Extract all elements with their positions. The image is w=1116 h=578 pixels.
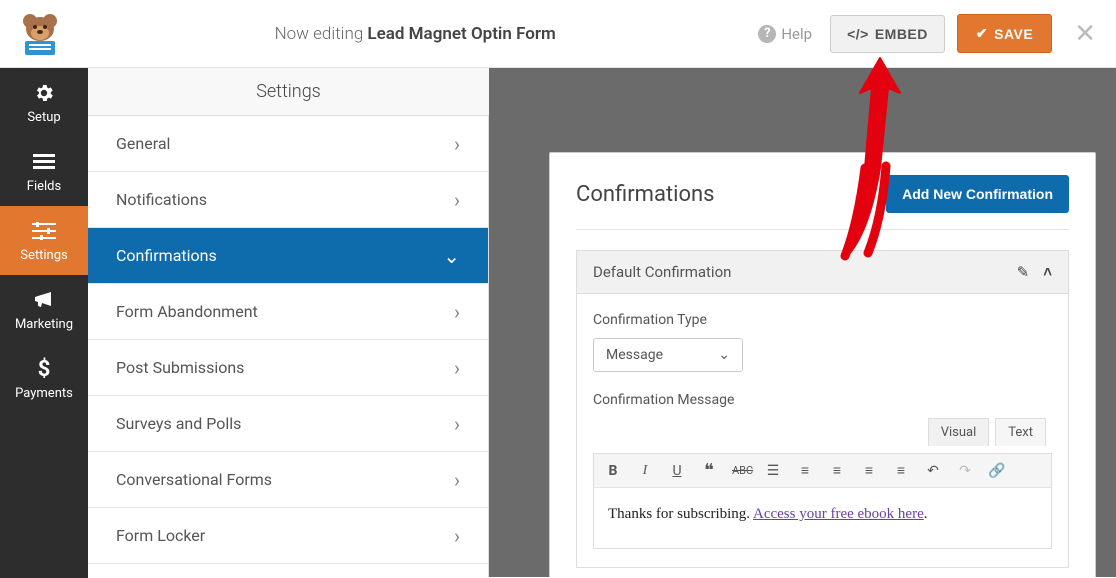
add-confirmation-button[interactable]: Add New Confirmation [886, 175, 1069, 213]
embed-button[interactable]: </> EMBED [830, 15, 945, 53]
chevron-right-icon: › [454, 300, 460, 324]
italic-icon[interactable]: I [636, 463, 654, 479]
sidebar-label: Setup [27, 110, 60, 125]
settings-row-post-submissions[interactable]: Post Submissions › [88, 340, 488, 396]
close-icon[interactable]: ✕ [1074, 19, 1096, 49]
chevron-right-icon: › [454, 132, 460, 156]
sliders-icon [32, 220, 56, 242]
message-link[interactable]: Access your free ebook here [753, 506, 924, 522]
settings-row-surveys-and-polls[interactable]: Surveys and Polls › [88, 396, 488, 452]
check-icon: ✔ [976, 25, 988, 42]
message-text: Thanks for subscribing. [608, 506, 753, 522]
numbered-list-icon[interactable]: ≡ [796, 462, 814, 479]
confirmation-body: Confirmation Type Message ⌄ Confirmation… [577, 294, 1068, 567]
chevron-down-icon: ⌄ [718, 347, 730, 363]
sidebar-label: Fields [27, 179, 61, 194]
chevron-down-icon: ⌄ [443, 244, 460, 268]
bold-icon[interactable]: B [604, 463, 622, 479]
tab-text[interactable]: Text [995, 418, 1046, 446]
sidebar-item-settings[interactable]: Settings [0, 206, 88, 275]
settings-row-label: General [116, 134, 170, 153]
confirmation-block: Default Confirmation ✎ ˄ Confirmation Ty… [576, 250, 1069, 568]
settings-row-label: Conversational Forms [116, 470, 272, 489]
settings-row-form-locker[interactable]: Form Locker › [88, 508, 488, 564]
blockquote-icon[interactable]: ❝ [700, 460, 718, 481]
settings-row-notifications[interactable]: Notifications › [88, 172, 488, 228]
sidebar-item-setup[interactable]: Setup [0, 68, 88, 137]
main-content: Confirmations Add New Confirmation Defau… [489, 116, 1116, 577]
help-label: Help [781, 25, 812, 43]
help-link[interactable]: ? Help [758, 25, 812, 43]
settings-row-label: Form Locker [116, 526, 205, 545]
underline-icon[interactable]: U [668, 463, 686, 479]
settings-row-label: Post Submissions [116, 358, 244, 377]
sidebar-item-marketing[interactable]: Marketing [0, 275, 88, 344]
editor-toolbar: B I U ❝ ABC ☰ ≡ ≡ ≡ ≡ ↶ ↷ 🔗 [594, 454, 1051, 488]
chevron-right-icon: › [454, 356, 460, 380]
dollar-icon: $ [38, 358, 51, 380]
sidebar-label: Payments [15, 386, 73, 401]
chevron-right-icon: › [454, 524, 460, 548]
settings-row-form-abandonment[interactable]: Form Abandonment › [88, 284, 488, 340]
form-name: Lead Magnet Optin Form [367, 24, 555, 44]
save-button[interactable]: ✔ SAVE [957, 14, 1052, 53]
settings-row-conversational-forms[interactable]: Conversational Forms › [88, 452, 488, 508]
list-icon [33, 151, 55, 173]
top-header: Now editing Lead Magnet Optin Form ? Hel… [0, 0, 1116, 68]
chevron-right-icon: › [454, 188, 460, 212]
align-center-icon[interactable]: ≡ [860, 462, 878, 479]
sidebar-label: Marketing [15, 317, 73, 332]
bullet-list-icon[interactable]: ☰ [764, 463, 782, 479]
wysiwyg-editor: B I U ❝ ABC ☰ ≡ ≡ ≡ ≡ ↶ ↷ 🔗 [593, 453, 1052, 549]
settings-row-label: Notifications [116, 190, 207, 209]
save-label: SAVE [994, 26, 1033, 42]
chevron-right-icon: › [454, 468, 460, 492]
gear-icon [33, 82, 55, 104]
settings-row-label: Surveys and Polls [116, 414, 241, 433]
editor-tabs: Visual Text [593, 418, 1052, 446]
settings-row-label: Confirmations [116, 246, 217, 265]
confirmation-type-select[interactable]: Message ⌄ [593, 338, 743, 372]
undo-icon[interactable]: ↶ [924, 463, 942, 479]
chevron-right-icon: › [454, 412, 460, 436]
confirmation-type-label: Confirmation Type [593, 312, 1052, 328]
panel-title-extension [489, 68, 1116, 116]
chevron-up-icon[interactable]: ˄ [1043, 263, 1052, 281]
bullhorn-icon [33, 289, 55, 311]
strikethrough-icon[interactable]: ABC [732, 464, 750, 477]
card-header: Confirmations Add New Confirmation [576, 175, 1069, 230]
confirmations-card: Confirmations Add New Confirmation Defau… [549, 152, 1096, 577]
align-right-icon[interactable]: ≡ [892, 462, 910, 479]
editor-content[interactable]: Thanks for subscribing. Access your free… [594, 488, 1051, 548]
select-value: Message [606, 347, 663, 363]
icon-sidebar: Setup Fields Settings Marketing $ Paymen… [0, 68, 88, 578]
help-icon: ? [758, 25, 776, 43]
link-icon[interactable]: 🔗 [988, 463, 1006, 479]
redo-icon[interactable]: ↷ [956, 463, 974, 479]
wpforms-logo [8, 8, 72, 60]
settings-row-label: Form Abandonment [116, 302, 258, 321]
settings-row-general[interactable]: General › [88, 116, 488, 172]
embed-label: EMBED [875, 26, 928, 42]
editing-label: Now editing Lead Magnet Optin Form [72, 24, 758, 44]
confirmation-title: Default Confirmation [593, 263, 1003, 281]
settings-row-confirmations[interactable]: Confirmations ⌄ [88, 228, 488, 284]
sidebar-item-fields[interactable]: Fields [0, 137, 88, 206]
sidebar-label: Settings [20, 248, 67, 263]
confirmation-message-label: Confirmation Message [593, 392, 1052, 408]
code-icon: </> [847, 26, 869, 42]
confirmation-block-header[interactable]: Default Confirmation ✎ ˄ [577, 251, 1068, 294]
editing-prefix: Now editing [275, 24, 364, 44]
pencil-icon[interactable]: ✎ [1017, 263, 1030, 281]
tab-visual[interactable]: Visual [928, 418, 990, 446]
confirmations-heading: Confirmations [576, 182, 715, 207]
settings-submenu: General › Notifications › Confirmations … [88, 116, 489, 577]
sidebar-item-payments[interactable]: $ Payments [0, 344, 88, 413]
message-suffix: . [924, 506, 928, 522]
panel-title: Settings [88, 68, 489, 116]
panel-title-text: Settings [256, 81, 321, 102]
align-left-icon[interactable]: ≡ [828, 462, 846, 479]
